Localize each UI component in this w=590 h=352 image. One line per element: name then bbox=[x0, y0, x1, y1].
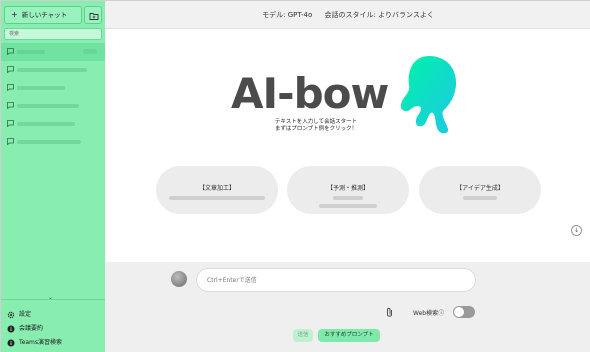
model-selector[interactable]: モデル: GPT-4o bbox=[262, 11, 312, 19]
card-description-redacted bbox=[463, 196, 497, 200]
info-icon bbox=[7, 339, 15, 347]
chat-main: AI-bow テキストを入力して会話スタート まずはプロンプト例をクリック！ 【… bbox=[105, 29, 590, 262]
folder-plus-icon bbox=[89, 13, 99, 20]
card-description-redacted bbox=[319, 204, 377, 208]
user-avatar bbox=[171, 271, 187, 287]
info-circle-icon: ⓘ bbox=[438, 310, 445, 317]
chat-history-list bbox=[1, 43, 105, 151]
chat-history-item[interactable] bbox=[1, 43, 105, 61]
tagline-line-1: テキストを入力して会話スタート bbox=[274, 119, 358, 125]
toggle-knob bbox=[454, 307, 464, 317]
send-button[interactable]: 送信 bbox=[293, 329, 313, 342]
prompt-card-idea-generation[interactable]: 【アイデア生成】 bbox=[419, 166, 541, 214]
composer: Web検索ⓘ 送信 おすすめプロンプト bbox=[105, 262, 590, 352]
header-info: モデル: GPT-4o 会話のスタイル: よりバランスよく bbox=[105, 1, 590, 29]
chat-history-item[interactable] bbox=[1, 79, 105, 97]
mascot-logo bbox=[400, 56, 457, 134]
chat-title-redacted bbox=[17, 68, 87, 72]
web-search-toggle[interactable] bbox=[453, 306, 475, 318]
chat-history-item[interactable] bbox=[1, 115, 105, 133]
chat-title-redacted bbox=[17, 104, 79, 108]
prompt-card-prediction[interactable]: 【予測・推測】 bbox=[287, 166, 409, 214]
prompt-card-text-editing[interactable]: 【文章加工】 bbox=[156, 166, 278, 214]
card-description-redacted bbox=[169, 196, 265, 200]
chat-bubble-icon bbox=[7, 66, 14, 73]
card-description-redacted bbox=[333, 196, 363, 200]
info-icon bbox=[7, 325, 15, 333]
chat-history-item[interactable] bbox=[1, 133, 105, 151]
chat-history-item[interactable] bbox=[1, 97, 105, 115]
card-title: 【アイデア生成】 bbox=[456, 185, 504, 192]
new-chat-button[interactable]: + 新しいチャット bbox=[4, 6, 82, 24]
chat-title-redacted bbox=[17, 122, 75, 126]
search-input[interactable] bbox=[4, 28, 102, 40]
welcome-tagline: テキストを入力して会話スタート まずはプロンプト例をクリック！ bbox=[253, 119, 379, 133]
teams-search-label: Teams演習検索 bbox=[19, 339, 62, 346]
top-bar: モデル: GPT-4o 会話のスタイル: よりバランスよく bbox=[105, 1, 590, 29]
meeting-summary-link[interactable]: 会議要約 bbox=[1, 322, 105, 336]
card-title: 【予測・推測】 bbox=[326, 185, 369, 192]
app-logo-text: AI-bow bbox=[231, 69, 389, 118]
recommended-prompts-button[interactable]: おすすめプロンプト bbox=[318, 329, 380, 342]
conversation-style-selector[interactable]: 会話のスタイル: よりバランスよく bbox=[325, 11, 434, 19]
settings-label: 設定 bbox=[19, 311, 32, 318]
arrow-down-icon: ↓ bbox=[573, 227, 580, 234]
collapse-caret-icon[interactable]: ⌄ bbox=[48, 294, 53, 301]
chat-title-redacted bbox=[17, 140, 81, 144]
plus-icon: + bbox=[11, 10, 18, 19]
chat-bubble-icon bbox=[7, 120, 14, 127]
sidebar-footer: ⌄ 設定 会議要約 Teams演習検索 bbox=[1, 294, 105, 350]
meeting-summary-label: 会議要約 bbox=[19, 325, 44, 332]
chat-bubble-icon bbox=[7, 48, 14, 55]
chat-history-item[interactable] bbox=[1, 61, 105, 79]
chat-bubble-icon bbox=[7, 84, 14, 91]
scroll-down-button[interactable]: ↓ bbox=[571, 225, 582, 236]
chat-actions-redacted bbox=[83, 49, 97, 54]
app-window: + 新しいチャット 検索 ⌄ 設定 会議要約 Teams演習検索 モデル: GP… bbox=[0, 0, 590, 352]
chat-title-redacted bbox=[17, 50, 45, 54]
new-chat-label: 新しいチャット bbox=[21, 11, 68, 19]
sidebar: + 新しいチャット 検索 ⌄ 設定 会議要約 Teams演習検索 bbox=[1, 1, 105, 352]
card-title: 【文章加工】 bbox=[198, 185, 235, 192]
web-search-label: Web検索ⓘ bbox=[413, 310, 445, 317]
chat-bubble-icon bbox=[7, 102, 14, 109]
paperclip-icon[interactable] bbox=[385, 307, 394, 318]
new-folder-button[interactable] bbox=[84, 6, 102, 24]
chat-title-redacted bbox=[17, 86, 65, 90]
tagline-line-2: まずはプロンプト例をクリック！ bbox=[274, 126, 358, 132]
message-input[interactable] bbox=[196, 268, 476, 292]
gear-icon bbox=[7, 311, 15, 319]
chat-bubble-icon bbox=[7, 138, 14, 145]
teams-search-link[interactable]: Teams演習検索 bbox=[1, 336, 105, 350]
settings-link[interactable]: 設定 bbox=[1, 308, 105, 322]
